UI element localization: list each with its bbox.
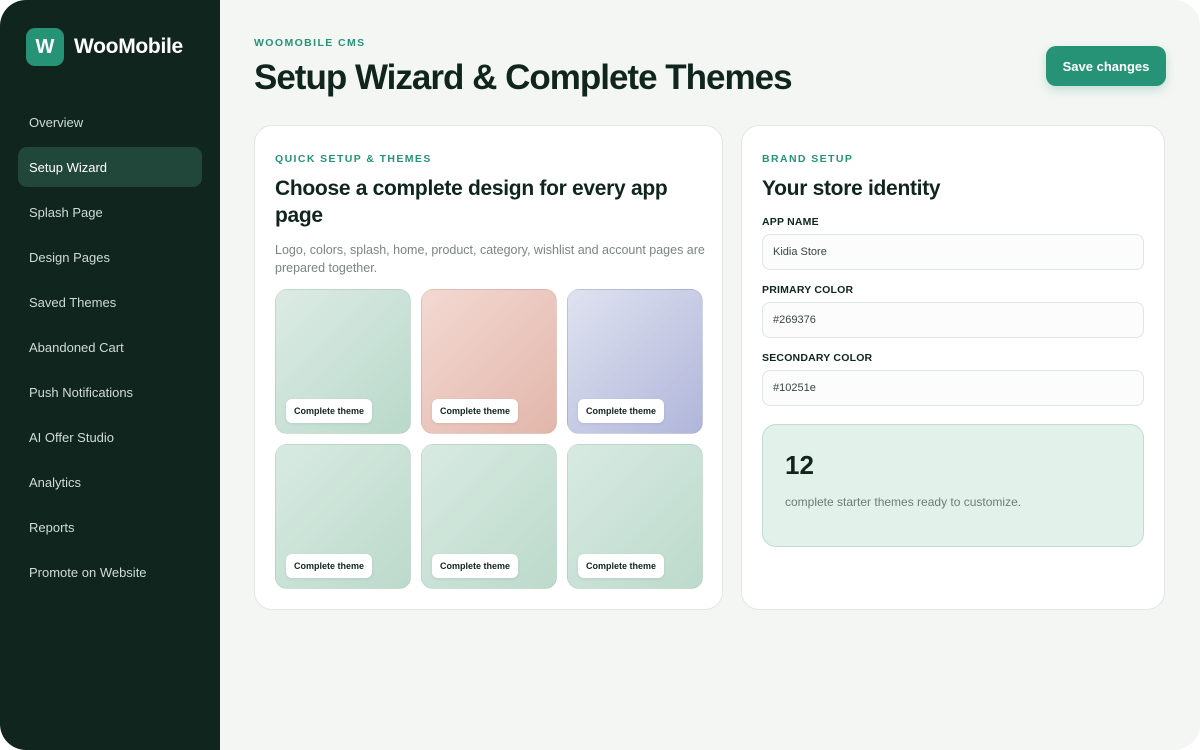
- brand-card-heading: Your store identity: [762, 177, 941, 200]
- themes-card: QUICK SETUP & THEMES Choose a complete d…: [254, 125, 723, 610]
- page-title: Setup Wizard & Complete Themes: [254, 58, 793, 97]
- theme-badge: Complete theme: [286, 399, 373, 423]
- secondary-color-label: SECONDARY COLOR: [762, 352, 873, 364]
- sidebar-item-saved-themes[interactable]: Saved Themes: [18, 282, 202, 322]
- brand[interactable]: W WooMobile: [26, 28, 183, 66]
- sidebar-item-promote-on-website[interactable]: Promote on Website: [18, 552, 202, 592]
- sidebar-nav: Overview Setup Wizard Splash Page Design…: [18, 102, 202, 597]
- sidebar-item-analytics[interactable]: Analytics: [18, 462, 202, 502]
- app-name-input[interactable]: [762, 234, 1144, 270]
- theme-tile[interactable]: Complete theme: [421, 289, 557, 434]
- app-window: W WooMobile Overview Setup Wizard Splash…: [0, 0, 1200, 750]
- theme-tile[interactable]: Complete theme: [275, 289, 411, 434]
- sidebar-item-ai-offer-studio[interactable]: AI Offer Studio: [18, 417, 202, 457]
- app-name-label: APP NAME: [762, 216, 819, 228]
- sidebar-item-reports[interactable]: Reports: [18, 507, 202, 547]
- theme-tile[interactable]: Complete theme: [567, 444, 703, 589]
- theme-badge: Complete theme: [286, 554, 373, 578]
- sidebar-item-splash-page[interactable]: Splash Page: [18, 192, 202, 232]
- page-eyebrow: WOOMOBILE CMS: [254, 37, 366, 49]
- theme-badge: Complete theme: [432, 399, 519, 423]
- themes-count-number: 12: [785, 450, 814, 480]
- theme-badge: Complete theme: [578, 554, 665, 578]
- sidebar: W WooMobile Overview Setup Wizard Splash…: [0, 0, 220, 750]
- sidebar-item-overview[interactable]: Overview: [18, 102, 202, 142]
- theme-grid: Complete theme Complete theme Complete t…: [275, 289, 703, 589]
- themes-count-panel: 12 complete starter themes ready to cust…: [762, 424, 1144, 547]
- themes-card-heading: Choose a complete design for every app p…: [275, 177, 668, 227]
- theme-badge: Complete theme: [578, 399, 665, 423]
- sidebar-item-push-notifications[interactable]: Push Notifications: [18, 372, 202, 412]
- primary-color-label: PRIMARY COLOR: [762, 284, 854, 296]
- save-button[interactable]: Save changes: [1046, 46, 1166, 86]
- themes-count-text: complete starter themes ready to customi…: [785, 495, 1022, 509]
- brand-card-eyebrow: BRAND SETUP: [762, 153, 854, 165]
- primary-color-input[interactable]: [762, 302, 1144, 338]
- sidebar-item-abandoned-cart[interactable]: Abandoned Cart: [18, 327, 202, 367]
- theme-tile[interactable]: Complete theme: [275, 444, 411, 589]
- theme-tile[interactable]: Complete theme: [567, 289, 703, 434]
- themes-card-eyebrow: QUICK SETUP & THEMES: [275, 153, 432, 165]
- sidebar-item-design-pages[interactable]: Design Pages: [18, 237, 202, 277]
- brand-logo-icon: W: [26, 28, 64, 66]
- brand-name: WooMobile: [74, 35, 183, 58]
- theme-badge: Complete theme: [432, 554, 519, 578]
- theme-tile[interactable]: Complete theme: [421, 444, 557, 589]
- secondary-color-input[interactable]: [762, 370, 1144, 406]
- brand-setup-card: BRAND SETUP Your store identity APP NAME…: [741, 125, 1165, 610]
- sidebar-item-setup-wizard[interactable]: Setup Wizard: [18, 147, 202, 187]
- themes-card-description: Logo, colors, splash, home, product, cat…: [275, 243, 705, 275]
